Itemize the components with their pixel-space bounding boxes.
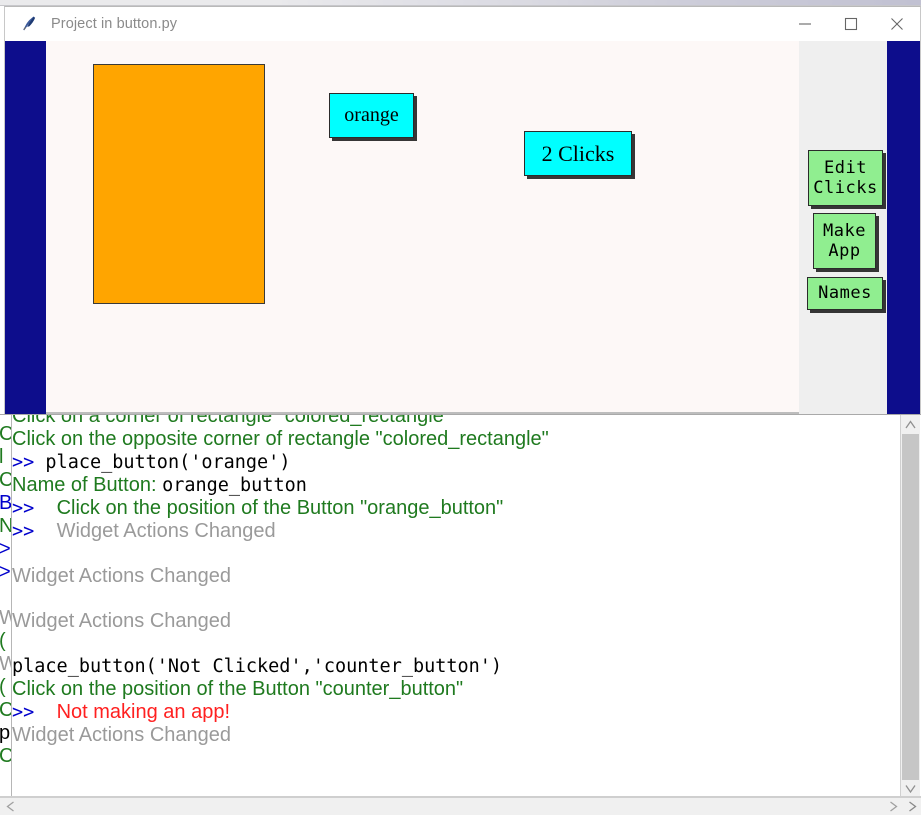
colored-rectangle-shape[interactable] (93, 64, 265, 304)
background-text-fragment: W (0, 653, 11, 675)
console-text-segment: Widget Actions Changed (12, 565, 232, 587)
scroll-left-arrow-icon[interactable] (1, 798, 19, 815)
console-vertical-scrollbar[interactable] (900, 415, 920, 798)
console-text-segment: Name of Button: (12, 474, 163, 496)
console-line: Click on the opposite corner of rectangl… (12, 428, 549, 451)
background-text-fragment: W (0, 607, 11, 629)
background-text-fragment: C (0, 423, 11, 445)
project-window: Project in button.py orange 2 Clicks Edi… (4, 6, 921, 414)
maximize-icon[interactable] (828, 7, 874, 41)
console-line: >> Widget Actions Changed (12, 520, 276, 543)
shell-console-window: ClCBN>>W(W(CpC Click on a corner of rect… (0, 414, 921, 815)
background-text-fragment: ( (0, 676, 6, 699)
python-feather-icon (19, 14, 39, 34)
background-text-fragment: B (0, 492, 11, 514)
background-text-fragment: > (0, 538, 11, 560)
names-button-label: Names (818, 283, 872, 304)
right-navy-panel (887, 41, 920, 414)
make-app-button-label: Make App (823, 220, 866, 261)
window-controls (782, 7, 920, 41)
console-horizontal-scrollbar[interactable] (0, 797, 921, 815)
console-text-output[interactable]: Click on a corner of rectangle "colored_… (12, 415, 900, 798)
background-text-fragment: ( (0, 630, 6, 653)
scroll-right-arrow-icon[interactable] (884, 798, 902, 815)
console-line: Widget Actions Changed (12, 724, 231, 747)
window-title: Project in button.py (51, 16, 178, 32)
names-button[interactable]: Names (807, 277, 883, 310)
console-line: >> Click on the position of the Button "… (12, 497, 503, 520)
background-text-fragment: C (0, 699, 11, 721)
background-text-fragment: > (0, 561, 11, 583)
console-text-segment: >> (12, 452, 46, 473)
canvas-button-orange-label: orange (344, 104, 399, 126)
close-icon[interactable] (874, 7, 920, 41)
console-line: Widget Actions Changed (12, 565, 231, 588)
edit-clicks-button[interactable]: Edit Clicks (808, 150, 883, 206)
minimize-icon[interactable] (782, 7, 828, 41)
console-line: place_button('Not Clicked','counter_butt… (12, 655, 502, 678)
console-text-segment: >> (12, 702, 57, 723)
console-line: Click on the position of the Button "cou… (12, 678, 463, 701)
window-client-area: orange 2 Clicks Edit Clicks Make App Nam… (5, 41, 920, 414)
console-text-segment: Click on the position of the Button "cou… (12, 678, 464, 700)
console-text-segment: Click on the opposite corner of rectangl… (12, 428, 549, 450)
console-line: Name of Button: orange_button (12, 474, 307, 497)
make-app-button[interactable]: Make App (813, 213, 876, 269)
left-navy-panel (5, 41, 46, 414)
scroll-up-arrow-icon[interactable] (901, 415, 920, 434)
console-line: >> place_button('orange') (12, 451, 290, 474)
console-text-segment: place_button('Not Clicked','counter_butt… (12, 656, 503, 677)
console-text-segment: place_button('orange') (45, 452, 291, 473)
background-text-fragment: p (0, 722, 11, 744)
canvas-button-counter-label: 2 Clicks (541, 140, 615, 166)
background-window-text-gutter: ClCBN>>W(W(CpC (0, 415, 11, 798)
edit-clicks-button-label: Edit Clicks (813, 157, 878, 198)
console-line: >> Not making an app! (12, 701, 230, 724)
console-text-segment: orange_button (162, 475, 307, 496)
canvas-button-counter[interactable]: 2 Clicks (524, 131, 632, 176)
window-titlebar[interactable]: Project in button.py (5, 7, 920, 41)
console-text-segment: Widget Actions Changed (12, 724, 232, 746)
console-line: Click on a corner of rectangle "colored_… (12, 415, 451, 428)
console-line: Widget Actions Changed (12, 610, 231, 633)
console-text-segment: Click on the position of the Button "ora… (56, 497, 504, 519)
console-text-segment: >> (12, 498, 57, 519)
vertical-scrollbar-thumb[interactable] (902, 434, 919, 780)
console-text-segment: Click on a corner of rectangle "colored_… (12, 415, 451, 427)
screenshot-root: Project in button.py orange 2 Clicks Edi… (0, 0, 921, 815)
scrollbar-resize-grip[interactable] (903, 798, 921, 815)
background-text-fragment: l (0, 446, 4, 468)
horizontal-scrollbar-thumb[interactable] (19, 799, 879, 814)
canvas-button-orange[interactable]: orange (329, 93, 414, 138)
console-text-segment: >> (12, 521, 57, 542)
console-text-segment: Widget Actions Changed (12, 610, 232, 632)
background-text-fragment: N (0, 515, 11, 537)
console-text-segment: Widget Actions Changed (56, 520, 276, 542)
background-text-fragment: C (0, 745, 11, 767)
background-text-fragment: C (0, 469, 11, 491)
console-text-segment: Not making an app! (56, 701, 230, 723)
